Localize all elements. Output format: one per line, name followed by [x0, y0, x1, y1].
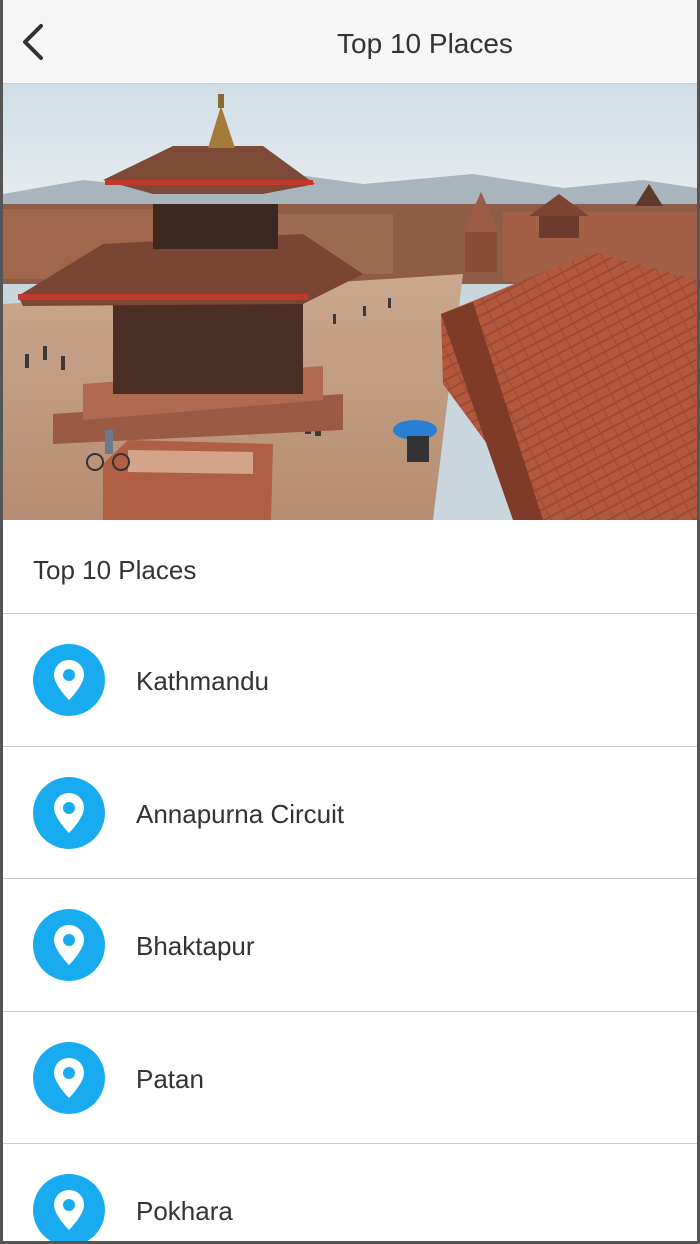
list-item-patan[interactable]: Patan [3, 1011, 697, 1144]
map-pin-icon [33, 644, 105, 716]
list-header: Top 10 Places [3, 520, 697, 614]
list-item-label: Pokhara [136, 1196, 233, 1226]
page-title: Top 10 Places [337, 28, 513, 59]
map-pin-icon [33, 909, 105, 981]
places-list: Kathmandu Annapurna Circuit Bhaktapur Pa… [3, 614, 697, 1241]
list-item-pokhara[interactable]: Pokhara [3, 1144, 697, 1241]
list-item-label: Bhaktapur [136, 931, 255, 961]
hero-image [3, 84, 697, 520]
list-item-kathmandu[interactable]: Kathmandu [3, 614, 697, 747]
list-item-annapurna-circuit[interactable]: Annapurna Circuit [3, 746, 697, 879]
list-item-label: Patan [136, 1063, 204, 1094]
app-screen: Top 10 Places Top 10 Places Kathmandu An… [0, 0, 700, 1244]
list-item-label: Annapurna Circuit [136, 798, 345, 829]
list-header-title: Top 10 Places [33, 555, 197, 585]
navigation-bar: Top 10 Places [3, 0, 697, 84]
list-item-label: Kathmandu [136, 666, 269, 696]
list-item-bhaktapur[interactable]: Bhaktapur [3, 879, 697, 1012]
map-pin-icon [33, 776, 105, 849]
map-pin-icon [33, 1174, 105, 1241]
map-pin-icon [33, 1041, 105, 1114]
